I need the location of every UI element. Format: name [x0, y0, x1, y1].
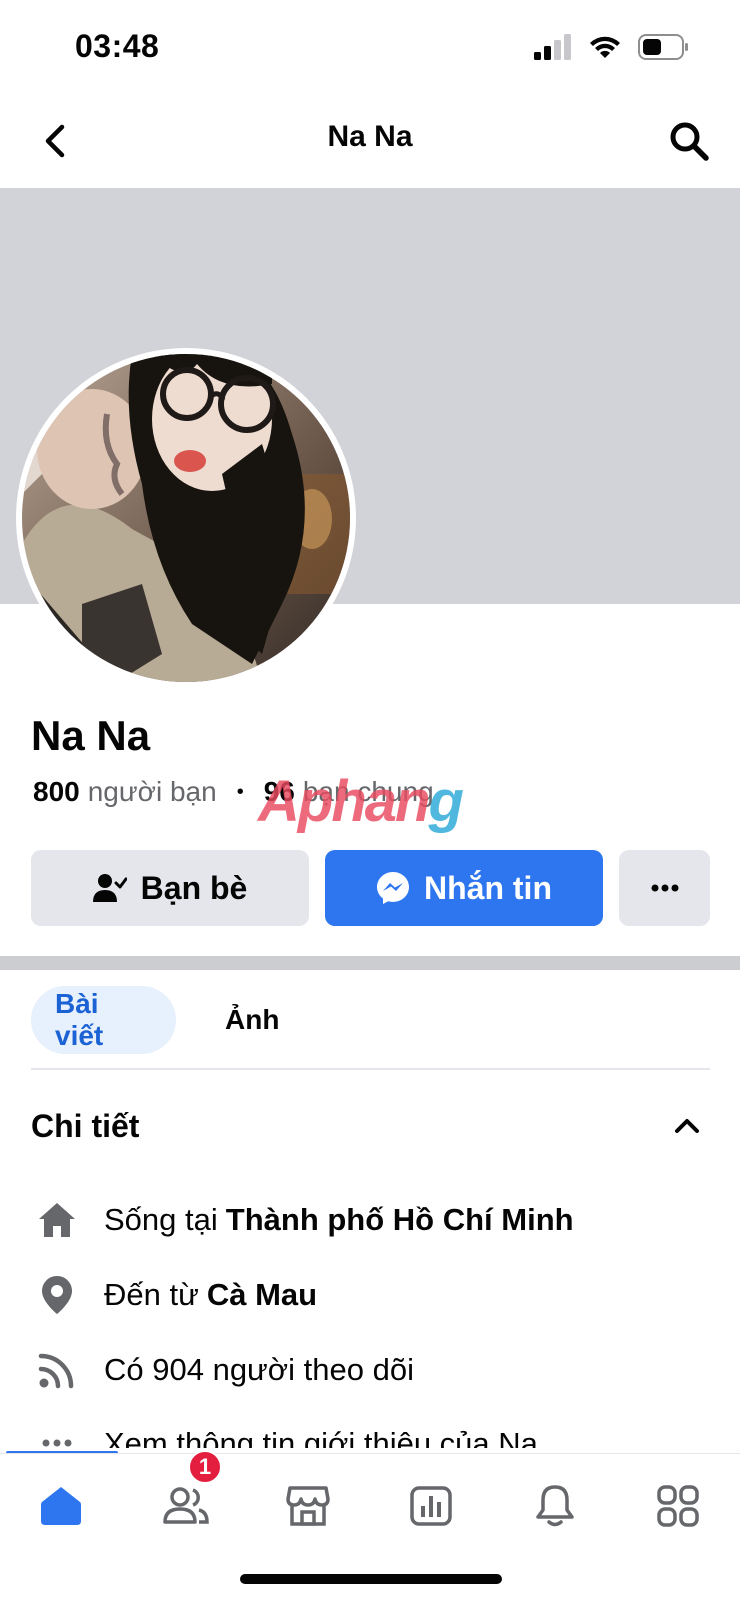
message-button[interactable]: Nhắn tin: [325, 850, 603, 926]
lives-prefix: Sống tại: [104, 1202, 218, 1237]
location-pin-icon: [36, 1274, 78, 1316]
marketplace-icon: [286, 1486, 330, 1526]
lives-place[interactable]: Thành phố Hồ Chí Minh: [226, 1202, 574, 1238]
dashboard-chart-icon: [410, 1486, 452, 1526]
friend-requests-badge: 1: [188, 1450, 222, 1484]
more-horizontal-icon: [651, 884, 678, 892]
watermark-part2: g: [428, 769, 463, 834]
rss-feed-icon: [36, 1349, 78, 1391]
profile-avatar[interactable]: [22, 354, 350, 682]
home-indicator[interactable]: [240, 1574, 502, 1584]
friend-check-icon: [92, 874, 127, 902]
nav-bar: Na Na: [0, 96, 740, 188]
tab-home[interactable]: [31, 1476, 91, 1536]
details-header[interactable]: Chi tiết: [31, 1108, 710, 1158]
detail-lives-in: Sống tại Thành phố Hồ Chí Minh: [36, 1195, 716, 1245]
profile-actions: Bạn bè Nhắn tin: [31, 850, 710, 926]
detail-followers[interactable]: Có 904 người theo dõi: [36, 1345, 716, 1395]
messenger-icon: [377, 872, 409, 904]
status-icons: [534, 34, 690, 60]
bell-icon: [536, 1485, 574, 1527]
detail-see-about[interactable]: Xem thông tin giới thiệu của Na: [36, 1420, 716, 1448]
search-button[interactable]: [664, 116, 714, 166]
status-bar: 03:48: [0, 0, 740, 96]
message-button-label: Nhắn tin: [424, 869, 552, 906]
tab-professional-dashboard[interactable]: [401, 1476, 461, 1536]
tab-friends[interactable]: [156, 1476, 216, 1536]
chevron-up-icon[interactable]: [674, 1116, 700, 1134]
section-divider: [0, 956, 740, 970]
profile-tabs: Bài viết Ảnh: [31, 986, 710, 1070]
more-button[interactable]: [619, 850, 710, 926]
detail-from: Đến từ Cà Mau: [36, 1270, 716, 1320]
profile-name: Na Na: [31, 712, 151, 759]
friends-count: 800: [33, 776, 80, 807]
menu-grid-icon: [657, 1485, 699, 1527]
watermark-part1: Aphan: [258, 769, 430, 834]
tab-menu[interactable]: [648, 1476, 708, 1536]
from-prefix: Đến từ: [104, 1277, 199, 1312]
tab-notifications[interactable]: [525, 1476, 585, 1536]
home-icon: [41, 1487, 81, 1525]
status-time: 03:48: [75, 28, 160, 64]
wifi-icon: [590, 36, 620, 58]
details-title: Chi tiết: [31, 1108, 140, 1144]
tab-marketplace[interactable]: [278, 1476, 338, 1536]
search-icon: [670, 122, 709, 161]
home-icon: [36, 1199, 78, 1241]
more-horizontal-icon: [36, 1420, 78, 1448]
followers-text: Có 904 người theo dõi: [104, 1352, 414, 1387]
tab-photos[interactable]: Ảnh: [201, 986, 303, 1054]
cellular-signal-icon: [534, 34, 571, 60]
from-place[interactable]: Cà Mau: [207, 1277, 317, 1313]
tab-posts[interactable]: Bài viết: [31, 986, 176, 1054]
profile-photo: [22, 354, 350, 682]
see-about-text: Xem thông tin giới thiệu của Na: [104, 1426, 538, 1448]
page-title: Na Na: [327, 120, 413, 153]
friends-icon: [163, 1487, 209, 1524]
watermark-logo: Aphang: [258, 768, 464, 835]
friends-button[interactable]: Bạn bè: [31, 850, 309, 926]
friends-button-label: Bạn bè: [140, 869, 248, 906]
friends-label: người bạn: [87, 776, 217, 807]
separator-dot: •: [236, 780, 244, 803]
battery-icon: [638, 34, 688, 60]
